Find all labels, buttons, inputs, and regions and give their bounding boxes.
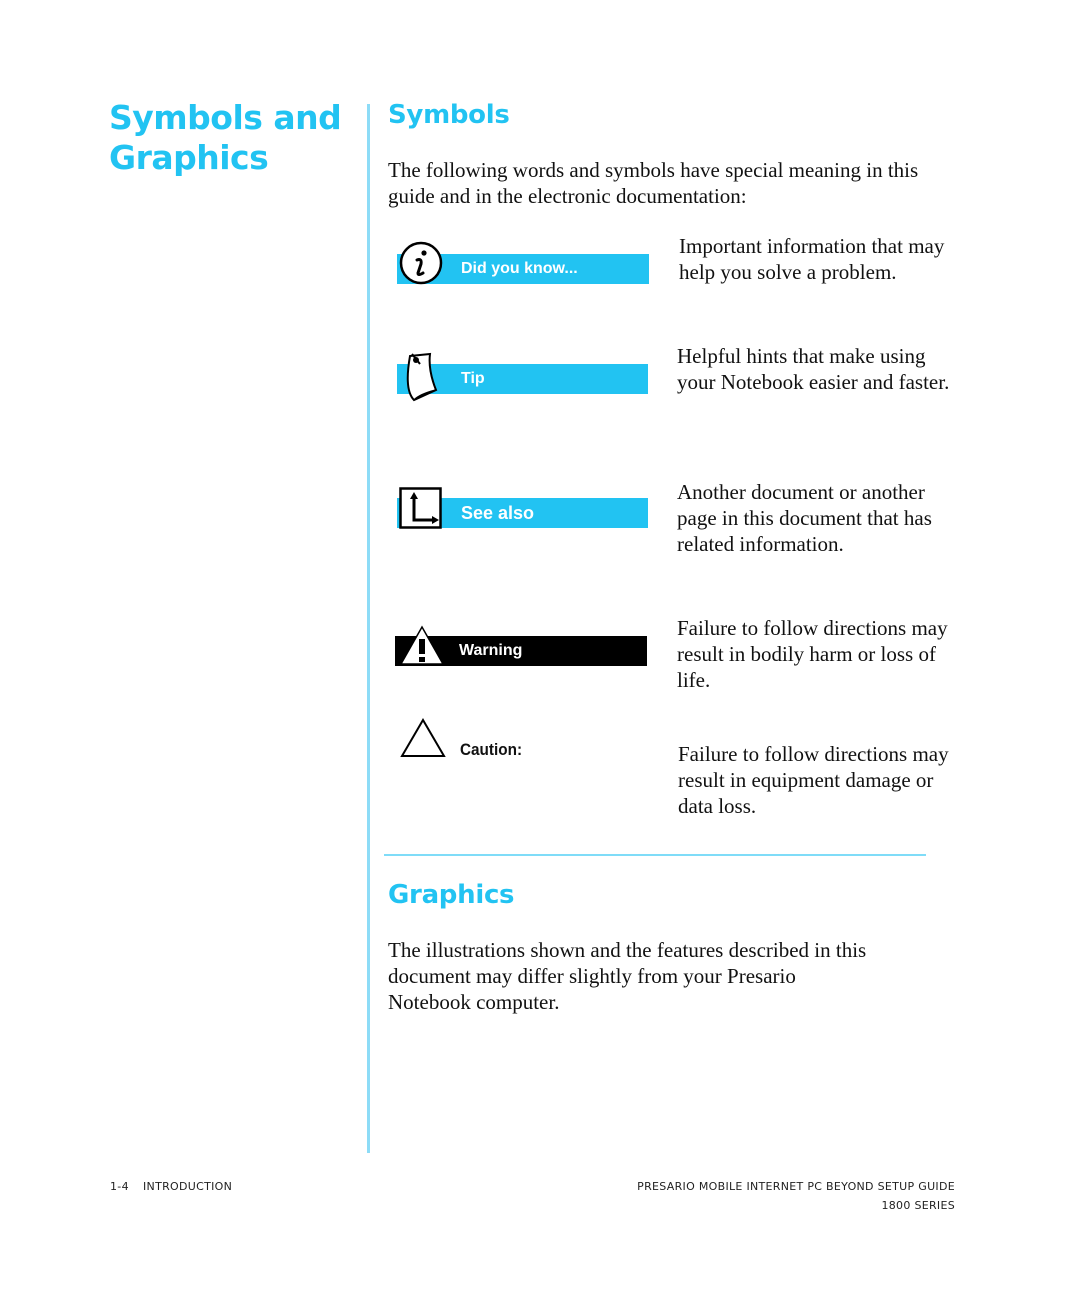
see-also-description: Another document or another page in this… [677, 480, 932, 556]
caution-label: Caution: [460, 740, 523, 759]
tip-description: Helpful hints that make using your Noteb… [677, 344, 950, 394]
did-you-know-label: Did you know... [461, 260, 578, 277]
column-divider [367, 104, 370, 1153]
symbols-intro: The following words and symbols have spe… [388, 158, 919, 208]
footer-book-title: PRESARIO MOBILE INTERNET PC BEYOND SETUP… [637, 1180, 955, 1193]
see-also-label: See also [461, 502, 535, 523]
tip-note-icon [406, 352, 438, 402]
see-also-arrow-icon [399, 487, 442, 529]
section-divider [384, 854, 926, 856]
footer-series: 1800 SERIES [881, 1199, 955, 1212]
warning-icon [399, 625, 445, 665]
caution-description: Failure to follow directions may result … [678, 742, 949, 818]
tip-label: Tip [461, 370, 485, 387]
did-you-know-description: Important information that may help you … [679, 234, 945, 284]
warning-description: Failure to follow directions may result … [677, 616, 948, 692]
warning-label: Warning [459, 642, 523, 659]
graphics-body: The illustrations shown and the features… [388, 938, 867, 1014]
page-title: Symbols and Graphics [109, 98, 342, 177]
caution-icon [400, 718, 446, 757]
footer-chapter: INTRODUCTION [143, 1180, 233, 1193]
info-icon [399, 241, 443, 285]
footer-page-number: 1-4 [110, 1180, 129, 1193]
symbols-heading: Symbols [388, 100, 510, 130]
graphics-heading: Graphics [388, 880, 515, 910]
